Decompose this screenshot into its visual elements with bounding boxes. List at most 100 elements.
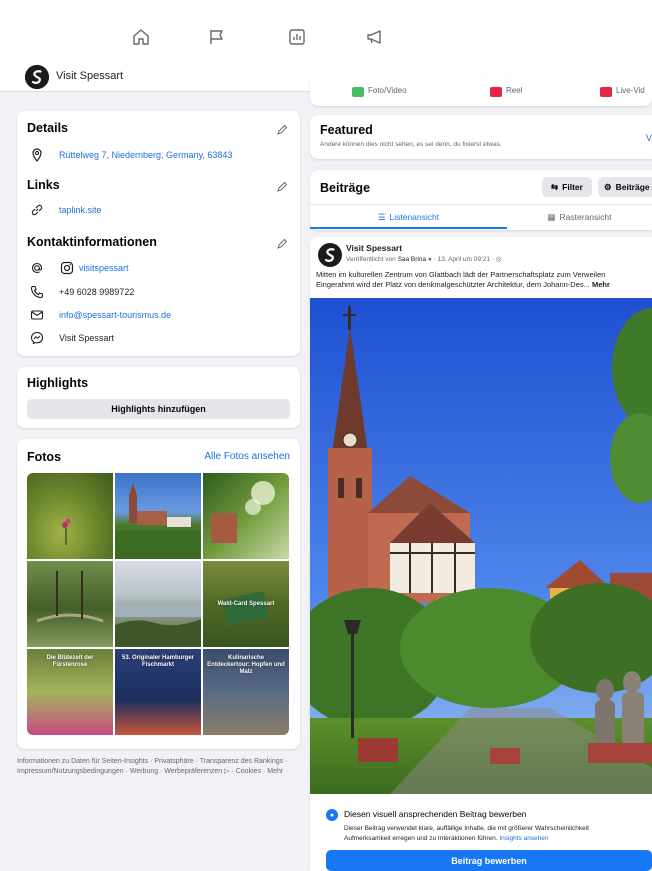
address-row: Rüttelweg 7, Niedernberg, Germany, 63843 (29, 147, 232, 163)
tab-list-label: Listenansicht (389, 212, 440, 222)
photo-thumbnail[interactable]: Kulinarische Entdeckertour: Hopfen und M… (203, 649, 289, 735)
tab-list-view[interactable]: ☰ Listenansicht (310, 206, 507, 228)
reel-icon (490, 87, 502, 97)
phone-icon (29, 284, 45, 300)
publisher-name[interactable]: Saa Brina (398, 256, 427, 263)
featured-subtitle: Andere können dies nicht sehen, es sei d… (320, 141, 502, 148)
post-text-line: Mitten im kulturellen Zentrum von Glattb… (316, 270, 606, 279)
lightbulb-icon: ● (326, 809, 338, 821)
highlights-card: Highlights Highlights hinzufügen (17, 367, 300, 428)
manage-posts-label: Beiträge v (615, 182, 652, 192)
live-video-button[interactable]: Live-Vid (616, 86, 645, 95)
post-meta: Veröffentlicht von Saa Brina ● · 13. Apr… (346, 255, 502, 263)
photo-thumbnail[interactable] (27, 473, 113, 559)
photos-title: Fotos (27, 450, 62, 464)
home-icon[interactable] (131, 27, 151, 47)
active-tab-indicator (310, 227, 507, 229)
reel-button[interactable]: Reel (506, 86, 522, 95)
photo-thumbnail[interactable] (115, 561, 201, 647)
globe-icon: · ◎ (491, 256, 502, 263)
phone-row: +49 6028 9989722 (29, 284, 134, 300)
phone-number: +49 6028 9989722 (59, 287, 135, 297)
photo-video-icon (352, 87, 364, 97)
filter-label: Filter (562, 182, 583, 192)
website-link[interactable]: taplink.site (59, 205, 102, 215)
post-text-line: Eingerahmt wird der Platz von denkmalges… (316, 280, 590, 289)
footer-links[interactable]: Informationen zu Daten für Seiten-Insigh… (17, 757, 289, 776)
boost-post-button[interactable]: Beitrag bewerben (326, 850, 652, 871)
photo-caption: Wald-Card Spessart (217, 601, 275, 607)
intro-card: Details Rüttelweg 7, Niedernberg, German… (17, 111, 300, 356)
boost-body-line: Aufmerksamkeit erregen und zu Interaktio… (344, 835, 498, 842)
insights-icon[interactable] (287, 27, 307, 47)
instagram-icon (59, 260, 75, 276)
featured-action[interactable]: V (646, 133, 652, 143)
insights-link[interactable]: Insights ansehen (499, 835, 548, 842)
email-row: info@spessart-tourismus.de (29, 307, 171, 323)
boost-body-line: Dieser Beitrag verwendet klare, auffälli… (344, 825, 589, 832)
photos-card: Fotos Alle Fotos ansehen Wald-Card Spess… (17, 439, 300, 749)
boost-description: Dieser Beitrag verwendet klare, auffälli… (344, 824, 652, 844)
post-text: Mitten im kulturellen Zentrum von Glattb… (316, 270, 652, 290)
boost-panel: ● Diesen visuell ansprechenden Beitrag b… (310, 794, 652, 871)
boost-title: Diesen visuell ansprechenden Beitrag bew… (344, 809, 527, 819)
manage-posts-button[interactable]: ⚙ Beiträge v (598, 177, 652, 197)
contact-title: Kontaktinformationen (27, 235, 157, 249)
filter-button[interactable]: ⇆ Filter (542, 177, 592, 197)
megaphone-icon[interactable] (365, 27, 385, 47)
add-highlights-button[interactable]: Highlights hinzufügen (27, 399, 290, 419)
post-date[interactable]: 13. April um 09:21 (438, 256, 490, 263)
messenger-name: Visit Spessart (59, 333, 114, 343)
photo-caption: 53. Originaler Hamburger Fischmarkt (121, 655, 195, 669)
see-more-link[interactable]: Mehr (592, 280, 610, 289)
instagram-row: visitspessart (29, 260, 129, 276)
website-row: taplink.site (29, 202, 102, 218)
page-avatar[interactable] (25, 65, 49, 89)
links-title: Links (27, 178, 60, 192)
photo-thumbnail[interactable]: Die Blütezeit der Fürstenrose (27, 649, 113, 735)
link-icon (29, 202, 45, 218)
mail-icon (29, 307, 45, 323)
posts-title: Beiträge (320, 181, 371, 195)
grid-icon: ▦ (547, 211, 556, 222)
posts-header-card: Beiträge ⇆ Filter ⚙ Beiträge v ☰ Listena… (310, 170, 652, 230)
post-author-avatar[interactable] (318, 243, 342, 267)
photo-thumbnail[interactable]: 53. Originaler Hamburger Fischmarkt (115, 649, 201, 735)
edit-links-icon[interactable] (276, 180, 288, 192)
photo-video-button[interactable]: Foto/Video (368, 86, 407, 95)
see-all-photos-link[interactable]: Alle Fotos ansehen (204, 451, 290, 462)
post-image[interactable] (310, 298, 652, 794)
details-title: Details (27, 121, 68, 135)
top-navigation-bar (0, 0, 652, 62)
tab-grid-view[interactable]: ▦ Rasteransicht (507, 206, 652, 228)
photo-thumbnail[interactable] (203, 473, 289, 559)
live-video-icon (600, 87, 612, 97)
flag-icon[interactable] (207, 27, 227, 47)
at-sign-icon (29, 260, 45, 276)
highlights-title: Highlights (27, 376, 89, 390)
edit-contact-icon[interactable] (276, 237, 288, 249)
photo-caption: Kulinarische Entdeckertour: Hopfen und M… (207, 655, 285, 676)
divider (310, 204, 652, 205)
gear-icon: ⚙ (604, 181, 612, 192)
filter-icon: ⇆ (551, 181, 559, 192)
info-icon: ● · (427, 256, 438, 263)
email-link[interactable]: info@spessart-tourismus.de (59, 310, 171, 320)
photo-thumbnail[interactable] (27, 561, 113, 647)
photo-caption: Die Blütezeit der Fürstenrose (46, 655, 94, 669)
instagram-link[interactable]: visitspessart (79, 263, 129, 273)
photo-thumbnail[interactable]: Wald-Card Spessart (203, 561, 289, 647)
composer-strip: Foto/Video Reel Live-Vid (310, 80, 652, 106)
featured-card: Featured Andere können dies nicht sehen,… (310, 115, 652, 159)
tab-grid-label: Rasteransicht (559, 212, 612, 222)
messenger-row: Visit Spessart (29, 330, 114, 346)
published-by-label: Veröffentlicht von (346, 256, 396, 263)
messenger-icon (29, 330, 45, 346)
list-icon: ☰ (377, 211, 386, 222)
photo-thumbnail[interactable] (115, 473, 201, 559)
edit-details-icon[interactable] (276, 123, 288, 135)
featured-title: Featured (320, 123, 373, 137)
post-author[interactable]: Visit Spessart (346, 243, 402, 253)
page-name[interactable]: Visit Spessart (56, 70, 123, 82)
address-link[interactable]: Rüttelweg 7, Niedernberg, Germany, 63843 (59, 150, 232, 160)
